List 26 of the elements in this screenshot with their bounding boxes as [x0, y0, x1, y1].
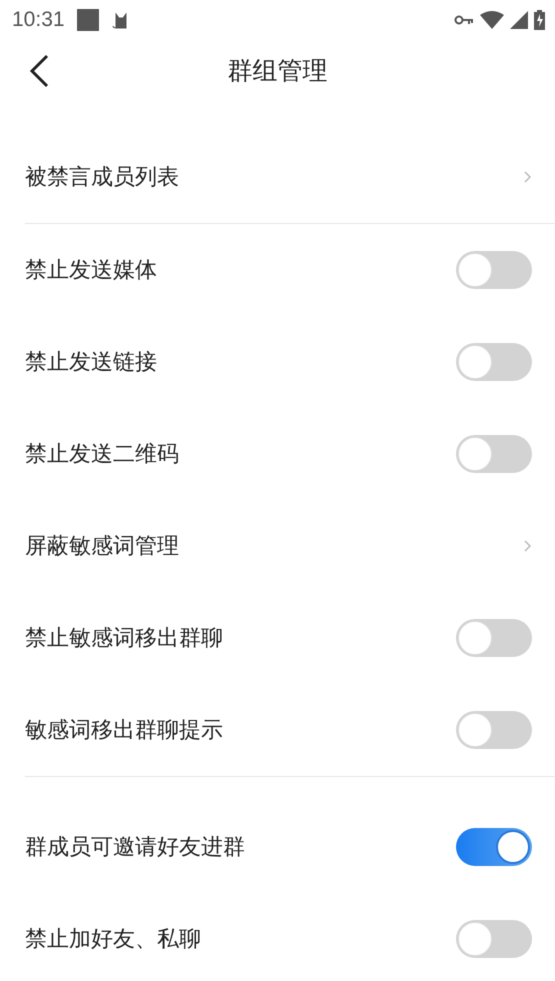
toggle-switch[interactable]	[456, 435, 532, 473]
toggle-switch[interactable]	[456, 711, 532, 749]
toggle-switch[interactable]	[456, 251, 532, 289]
battery-icon	[534, 10, 545, 30]
setting-label: 敏感词移出群聊提示	[25, 717, 223, 745]
page-title: 群组管理	[228, 54, 328, 86]
back-icon[interactable]	[28, 54, 50, 88]
toggle-switch[interactable]	[456, 828, 532, 866]
toggle-switch[interactable]	[456, 343, 532, 381]
setting-label: 被禁言成员列表	[25, 164, 179, 192]
toggle-switch[interactable]	[456, 920, 532, 958]
setting-label: 禁止敏感词移出群聊	[25, 625, 223, 653]
setting-label: 屏蔽敏感词管理	[25, 533, 179, 561]
key-icon	[454, 14, 474, 26]
notification-icon	[76, 9, 99, 31]
signal-icon	[510, 11, 528, 29]
chevron-right-icon	[524, 171, 532, 183]
setting-label: 禁止发送媒体	[25, 257, 157, 285]
toggle-switch[interactable]	[456, 619, 532, 657]
chevron-right-icon	[524, 540, 532, 552]
setting-label: 禁止发送链接	[25, 349, 157, 377]
status-time: 10:31	[12, 8, 65, 32]
setting-label: 禁止加好友、私聊	[25, 926, 201, 954]
setting-label: 禁止发送二维码	[25, 441, 179, 469]
wifi-icon	[480, 11, 504, 29]
setting-label: 群成员可邀请好友进群	[25, 834, 245, 862]
